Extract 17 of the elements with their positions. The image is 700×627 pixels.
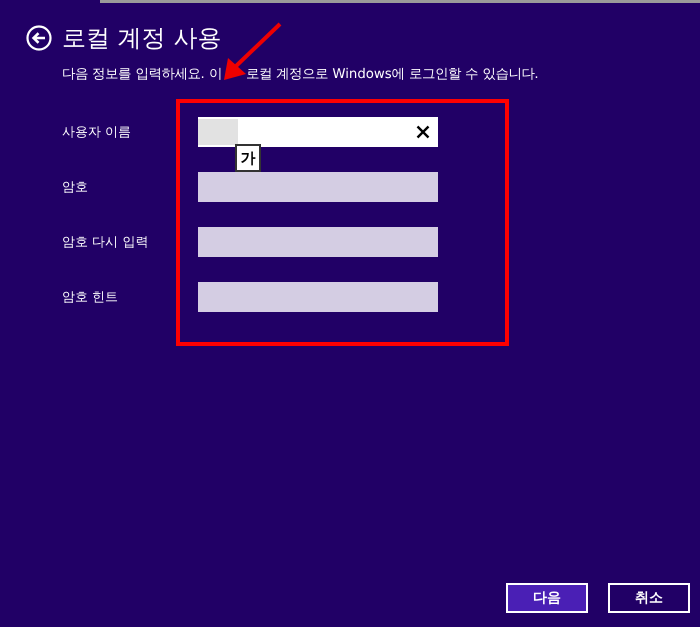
dialog-button[interactable]: 다음 <box>506 583 588 613</box>
input-field[interactable] <box>198 227 438 257</box>
input-field[interactable] <box>198 117 438 147</box>
field-label: 암호 <box>62 179 89 196</box>
back-icon[interactable] <box>26 25 52 51</box>
field-label: 암호 다시 입력 <box>62 234 150 251</box>
close-icon[interactable] <box>416 125 430 139</box>
input-field[interactable] <box>198 172 438 202</box>
page-title: 로컬 계정 사용 <box>62 23 222 53</box>
redaction-mark <box>198 119 238 145</box>
dialog-button[interactable]: 취소 <box>608 583 690 613</box>
instruction-text: 로컬 계정으로 Windows에 로그인할 수 있습니다. <box>246 66 539 83</box>
ime-indicator: 가 <box>235 144 261 172</box>
instruction-text: 다음 정보를 입력하세요. 이 <box>62 66 222 83</box>
field-label: 사용자 이름 <box>62 124 132 141</box>
field-label: 암호 힌트 <box>62 289 120 306</box>
input-field[interactable] <box>198 282 438 312</box>
